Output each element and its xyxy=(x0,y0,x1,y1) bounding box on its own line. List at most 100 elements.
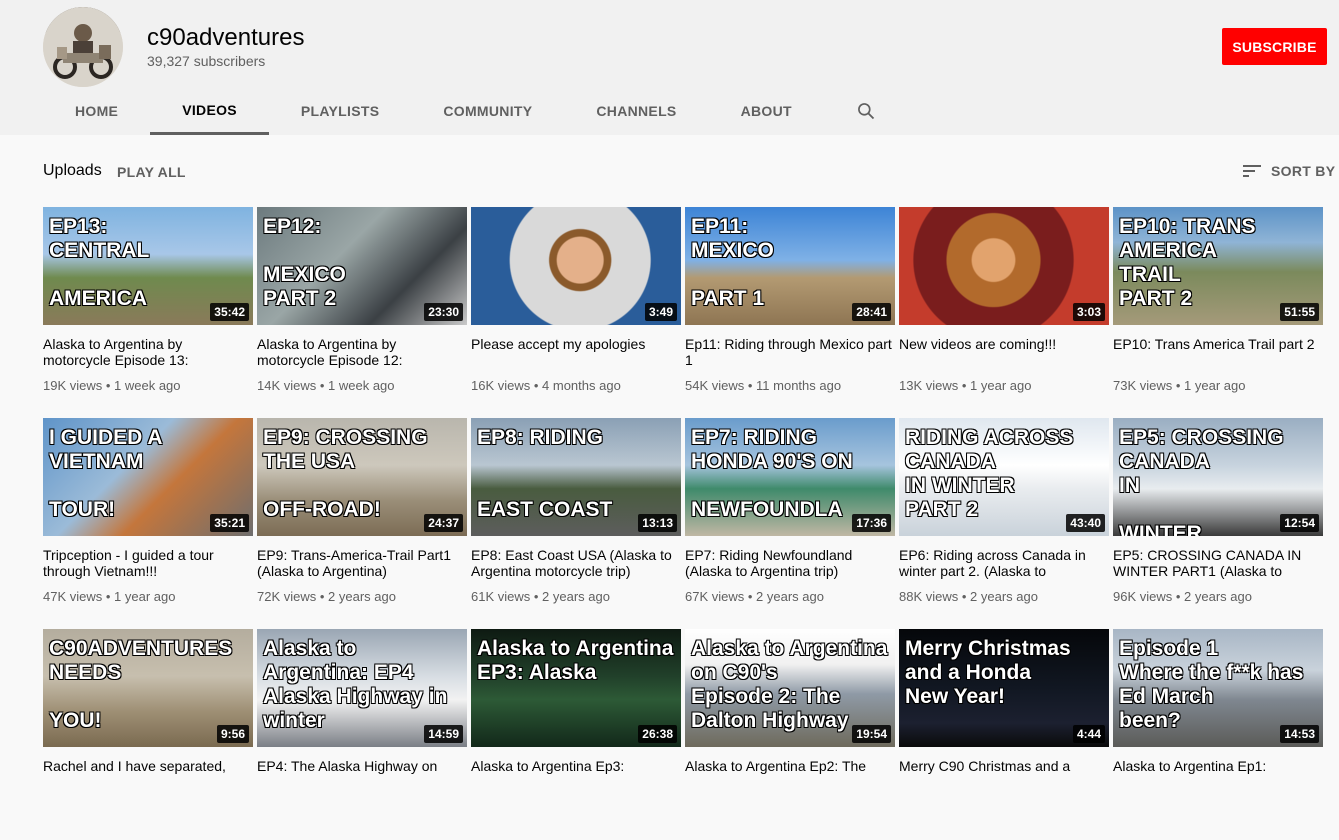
video-title[interactable]: Tripception - I guided a tour through Vi… xyxy=(43,547,253,579)
video-title[interactable]: New videos are coming!!! xyxy=(899,336,1109,368)
video-title[interactable]: Alaska to Argentina by motorcycle Episod… xyxy=(257,336,467,368)
video-card[interactable]: I GUIDED A VIETNAM TOUR! 35:21 Tripception… xyxy=(43,418,253,629)
video-thumbnail[interactable]: Episode 1 Where the f**k has Ed March be… xyxy=(1113,629,1323,747)
video-meta: 54K views • 11 months ago xyxy=(685,378,842,393)
video-title[interactable]: Alaska to Argentina Ep1: xyxy=(1113,758,1323,790)
video-thumbnail[interactable]: EP11: MEXICO PART 1 28:41 xyxy=(685,207,895,325)
video-thumbnail[interactable]: Alaska to Argentina EP3: Alaska 26:38 xyxy=(471,629,681,747)
tab-community[interactable]: COMMUNITY xyxy=(411,88,564,133)
video-thumbnail[interactable]: Alaska to Argentina: EP4 Alaska Highway … xyxy=(257,629,467,747)
video-title[interactable]: Alaska to Argentina Ep3: xyxy=(471,758,681,790)
video-card[interactable]: EP11: MEXICO PART 1 28:41 Ep11: Riding thr… xyxy=(685,207,895,418)
video-card[interactable]: EP13: CENTRAL AMERICA 35:42 Alaska to Arge… xyxy=(43,207,253,418)
subscribe-button[interactable]: SUBSCRIBE xyxy=(1222,28,1327,65)
channel-tabs: HOME VIDEOS PLAYLISTS COMMUNITY CHANNELS… xyxy=(43,88,888,135)
video-duration: 24:37 xyxy=(424,514,463,532)
sort-by-button[interactable]: SORT BY xyxy=(1240,159,1335,183)
video-duration: 12:54 xyxy=(1280,514,1319,532)
thumbnail-text: EP7: RIDING HONDA 90'S ON NEWFOUNDLA xyxy=(691,426,853,521)
video-thumbnail[interactable]: EP5: CROSSING CANADA IN WINTER PART 112:… xyxy=(1113,418,1323,536)
video-title[interactable]: EP4: The Alaska Highway on xyxy=(257,758,467,790)
video-card[interactable]: Merry Christmas and a Honda New Year! 4:4… xyxy=(899,629,1109,840)
video-thumbnail[interactable]: RIDING ACROSS CANADA IN WINTER PART 2 43:… xyxy=(899,418,1109,536)
thumbnail-text: EP10: TRANS AMERICA TRAIL PART 2 xyxy=(1119,215,1256,310)
tab-videos[interactable]: VIDEOS xyxy=(150,88,269,135)
tab-about[interactable]: ABOUT xyxy=(709,88,824,133)
video-thumbnail[interactable]: EP10: TRANS AMERICA TRAIL PART 2 51:55 xyxy=(1113,207,1323,325)
video-meta: 14K views • 1 week ago xyxy=(257,378,395,393)
video-title[interactable]: Alaska to Argentina Ep2: The xyxy=(685,758,895,790)
sort-icon xyxy=(1243,165,1261,177)
video-card[interactable]: RIDING ACROSS CANADA IN WINTER PART 2 43:… xyxy=(899,418,1109,629)
search-icon[interactable] xyxy=(844,88,888,133)
thumbnail-text: EP9: CROSSING THE USA OFF-ROAD! xyxy=(263,426,428,521)
video-meta: 13K views • 1 year ago xyxy=(899,378,1032,393)
video-meta: 72K views • 2 years ago xyxy=(257,589,396,604)
video-duration: 3:03 xyxy=(1072,303,1105,321)
video-meta: 19K views • 1 week ago xyxy=(43,378,181,393)
video-card[interactable]: EP9: CROSSING THE USA OFF-ROAD! 24:37 EP9:… xyxy=(257,418,467,629)
avatar-image xyxy=(43,7,123,87)
video-duration: 26:38 xyxy=(638,725,677,743)
sort-by-label: SORT BY xyxy=(1271,163,1336,179)
channel-avatar[interactable] xyxy=(43,7,123,87)
video-card[interactable]: Alaska to Argentina EP3: Alaska 26:38 Ala… xyxy=(471,629,681,840)
video-thumbnail[interactable]: 3:49 xyxy=(471,207,681,325)
video-thumbnail[interactable]: Merry Christmas and a Honda New Year! 4:4… xyxy=(899,629,1109,747)
thumbnail-text: Alaska to Argentina on C90's Episode 2: … xyxy=(691,637,888,732)
video-thumbnail[interactable]: EP12: MEXICO PART 2 23:30 xyxy=(257,207,467,325)
video-duration: 28:41 xyxy=(852,303,891,321)
video-title[interactable]: EP5: CROSSING CANADA IN WINTER PART1 (Al… xyxy=(1113,547,1323,579)
tab-playlists[interactable]: PLAYLISTS xyxy=(269,88,411,133)
video-grid: EP13: CENTRAL AMERICA 35:42 Alaska to Arge… xyxy=(43,207,1323,840)
video-title[interactable]: Merry C90 Christmas and a xyxy=(899,758,1109,790)
uploads-heading: Uploads xyxy=(43,162,102,179)
video-duration: 35:21 xyxy=(210,514,249,532)
video-thumbnail[interactable]: EP13: CENTRAL AMERICA 35:42 xyxy=(43,207,253,325)
video-title[interactable]: EP10: Trans America Trail part 2 xyxy=(1113,336,1323,368)
video-thumbnail[interactable]: C90ADVENTURES NEEDS YOU! 9:56 xyxy=(43,629,253,747)
video-title[interactable]: Alaska to Argentina by motorcycle Episod… xyxy=(43,336,253,368)
video-thumbnail[interactable]: 3:03 xyxy=(899,207,1109,325)
video-title[interactable]: EP8: East Coast USA (Alaska to Argentina… xyxy=(471,547,681,579)
video-title[interactable]: EP6: Riding across Canada in winter part… xyxy=(899,547,1109,579)
video-title[interactable]: EP7: Riding Newfoundland (Alaska to Arge… xyxy=(685,547,895,579)
thumbnail-text: EP13: CENTRAL AMERICA xyxy=(49,215,150,310)
video-duration: 19:54 xyxy=(852,725,891,743)
thumbnail-text: RIDING ACROSS CANADA IN WINTER PART 2 xyxy=(905,426,1074,521)
play-all-button[interactable]: PLAY ALL xyxy=(117,164,186,180)
video-thumbnail[interactable]: I GUIDED A VIETNAM TOUR! 35:21 xyxy=(43,418,253,536)
video-duration: 14:59 xyxy=(424,725,463,743)
thumbnail-text: EP8: RIDING EAST COAST xyxy=(477,426,613,521)
video-card[interactable]: EP12: MEXICO PART 2 23:30 Alaska to Argent… xyxy=(257,207,467,418)
tab-home[interactable]: HOME xyxy=(43,88,150,133)
video-card[interactable]: EP10: TRANS AMERICA TRAIL PART 2 51:55 EP1… xyxy=(1113,207,1323,418)
video-duration: 14:53 xyxy=(1280,725,1319,743)
video-card[interactable]: 3:03 New videos are coming!!! 13K views • … xyxy=(899,207,1109,418)
video-card[interactable]: Alaska to Argentina: EP4 Alaska Highway … xyxy=(257,629,467,840)
video-title[interactable]: Please accept my apologies xyxy=(471,336,681,368)
video-title[interactable]: EP9: Trans-America-Trail Part1 (Alaska t… xyxy=(257,547,467,579)
video-duration: 9:56 xyxy=(216,725,249,743)
subscriber-count: 39,327 subscribers xyxy=(147,53,266,69)
thumbnail-text: Alaska to Argentina EP3: Alaska xyxy=(477,637,674,684)
video-duration: 4:44 xyxy=(1072,725,1105,743)
video-card[interactable]: 3:49 Please accept my apologies 16K views … xyxy=(471,207,681,418)
video-card[interactable]: Episode 1 Where the f**k has Ed March be… xyxy=(1113,629,1323,840)
video-title[interactable]: Rachel and I have separated, xyxy=(43,758,253,790)
video-meta: 73K views • 1 year ago xyxy=(1113,378,1246,393)
thumbnail-text: EP11: MEXICO PART 1 xyxy=(691,215,774,310)
video-card[interactable]: EP5: CROSSING CANADA IN WINTER PART 112:… xyxy=(1113,418,1323,629)
video-card[interactable]: EP7: RIDING HONDA 90'S ON NEWFOUNDLA 17:3… xyxy=(685,418,895,629)
video-card[interactable]: EP8: RIDING EAST COAST 13:13 EP8: East Coa… xyxy=(471,418,681,629)
video-card[interactable]: C90ADVENTURES NEEDS YOU! 9:56 Rachel and I… xyxy=(43,629,253,840)
tab-channels[interactable]: CHANNELS xyxy=(564,88,708,133)
video-thumbnail[interactable]: EP8: RIDING EAST COAST 13:13 xyxy=(471,418,681,536)
video-thumbnail[interactable]: EP9: CROSSING THE USA OFF-ROAD! 24:37 xyxy=(257,418,467,536)
video-title[interactable]: Ep11: Riding through Mexico part 1 xyxy=(685,336,895,368)
video-duration: 3:49 xyxy=(644,303,677,321)
video-card[interactable]: Alaska to Argentina on C90's Episode 2: … xyxy=(685,629,895,840)
video-meta: 96K views • 2 years ago xyxy=(1113,589,1252,604)
video-thumbnail[interactable]: EP7: RIDING HONDA 90'S ON NEWFOUNDLA 17:3… xyxy=(685,418,895,536)
video-thumbnail[interactable]: Alaska to Argentina on C90's Episode 2: … xyxy=(685,629,895,747)
